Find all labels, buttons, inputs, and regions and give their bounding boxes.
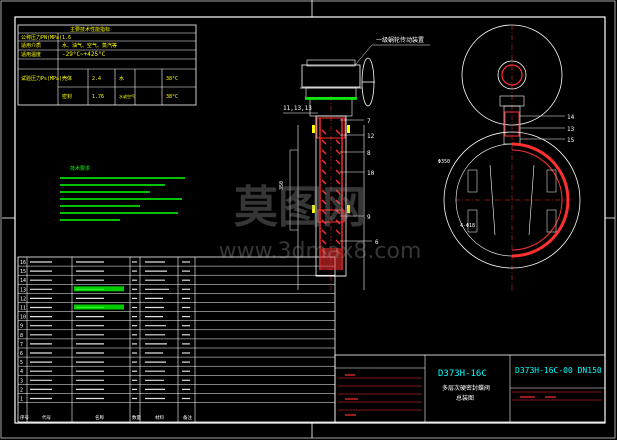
parts-row-no: 7 [20, 342, 23, 348]
tech-table: 主要技术性能指标 公称压力PN(MPa) 1.6 适用介质 水、油气、空气、蒸汽… [17, 24, 197, 106]
valve-side-view: 14 13 15 Φ350 4-Φ18 [438, 24, 581, 290]
label-13: 13 [567, 126, 575, 133]
dim-phi-350: Φ350 [438, 159, 450, 165]
tech-row-value-temp: -29°C~+425°C [62, 51, 106, 58]
parts-row-no: 5 [20, 360, 23, 366]
parts-row-no: 8 [20, 333, 23, 339]
test-temp-seal: 38°C [166, 94, 178, 100]
parts-header-cell: 序号 [20, 414, 29, 421]
parts-highlight [74, 304, 124, 310]
parts-row-no: 14 [20, 278, 26, 284]
parts-row-no: 2 [20, 387, 23, 393]
tech-row-label-medium: 适用介质 [21, 42, 41, 49]
parts-row-no: 16 [20, 260, 26, 266]
test-medium-seal: 水或空气 [119, 93, 135, 99]
test-pressure-shell: 2.4 [92, 76, 101, 82]
label-10: 10 [367, 170, 375, 177]
parts-row-no: 1 [20, 397, 23, 403]
label-7: 7 [367, 118, 371, 125]
dim-4-phi-18: 4-Φ18 [460, 223, 475, 229]
technical-notes: 技术要求 [60, 165, 185, 221]
watermark-cn: 莫图网 [234, 182, 366, 233]
parts-list-table: 16 15 14 13 12 11 10 9 8 7 6 5 4 3 2 1 序号 代号 名称 数量 材料 备注 [17, 256, 336, 423]
title-name-line2: 总装图 [456, 394, 474, 402]
parts-row-no: 15 [20, 269, 26, 275]
tech-row-label-temp: 适用温度 [21, 51, 41, 58]
parts-header-cell: 备注 [183, 414, 192, 421]
parts-header-cell: 代号 [42, 414, 51, 421]
test-pressure-seal: 1.76 [92, 94, 104, 100]
parts-row-no: 6 [20, 351, 23, 357]
label-9: 9 [367, 214, 371, 221]
title-drawing-no: D373H-16C-00 DN150 [515, 366, 602, 375]
parts-header-cell: 数量 [132, 414, 141, 421]
callout-actuator: 一级蜗轮传动装置 [376, 36, 424, 44]
title-model: D373H-16C [438, 369, 487, 379]
test-medium-shell: 水 [119, 75, 124, 82]
watermark-url: www.3dmax8.com [219, 239, 422, 264]
parts-row-no: 10 [20, 315, 26, 321]
parts-row-no: 3 [20, 378, 23, 384]
parts-header-cell: 材料 [155, 414, 164, 421]
parts-row-no: 9 [20, 324, 23, 330]
parts-row-no: 4 [20, 369, 23, 375]
label-14: 14 [567, 114, 575, 121]
tech-test-label: 试验压力Ps(MPa) [21, 75, 62, 82]
title-name-line1: 多层次硬密封蝶阀 [442, 384, 490, 392]
tech-row-label-pressure: 公称压力PN(MPa) [21, 34, 62, 41]
watermark: 莫图网 www.3dmax8.com [219, 182, 422, 264]
parts-header-cell: 名称 [95, 414, 104, 421]
notes-title: 技术要求 [70, 165, 90, 172]
test-kind-seal: 密封 [62, 93, 72, 100]
tech-row-value-medium: 水、油气、空气、蒸汽等 [62, 42, 117, 49]
test-temp-shell: 38°C [166, 76, 178, 82]
parts-row-no: 11 [20, 306, 26, 312]
title-block: D373H-16C 多层次硬密封蝶阀 总装图 D373H-16C-00 DN15… [334, 354, 606, 423]
parts-row-no: 12 [20, 296, 26, 302]
tech-row-value-pressure: 1.6 [62, 35, 71, 41]
test-kind-shell: 壳体 [62, 75, 72, 82]
label-12: 12 [367, 133, 375, 140]
label-8: 8 [367, 150, 371, 157]
label-15: 15 [567, 137, 575, 144]
cad-drawing-canvas: 主要技术性能指标 公称压力PN(MPa) 1.6 适用介质 水、油气、空气、蒸汽… [0, 0, 616, 439]
label-11-13-13: 11,13,13 [283, 105, 312, 112]
tech-table-title: 主要技术性能指标 [70, 26, 110, 33]
parts-highlight [74, 286, 124, 292]
parts-row-no: 13 [20, 287, 26, 293]
